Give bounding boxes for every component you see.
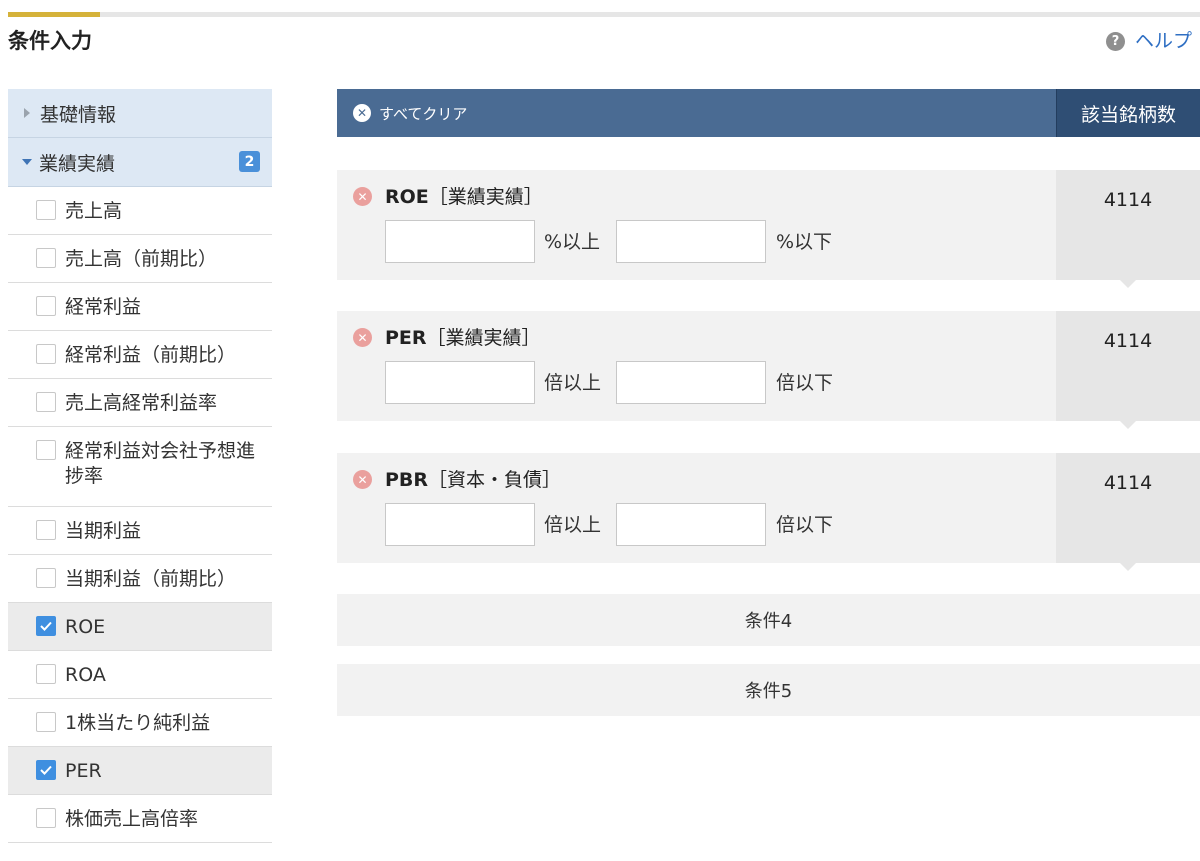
- count-pointer: [1120, 563, 1136, 571]
- condition-sidebar: 基礎情報 業績実績 2 売上高 売上高（前期比） 経常利益 経常利益（前期比） …: [8, 89, 272, 843]
- close-icon: ✕: [353, 104, 371, 122]
- sidebar-item-net-income-yoy[interactable]: 当期利益（前期比）: [8, 555, 272, 603]
- condition-metric: ROE: [385, 186, 429, 208]
- checkbox-checked[interactable]: [36, 616, 56, 636]
- category-label: 業績実績: [39, 152, 116, 175]
- help-link-group[interactable]: ? ヘルプ: [1105, 29, 1192, 53]
- count-pointer: [1120, 421, 1136, 429]
- min-value-input[interactable]: [385, 503, 535, 546]
- condition-metric: PER: [385, 327, 427, 349]
- checkbox[interactable]: [36, 664, 56, 684]
- sidebar-item-label: 経常利益（前期比）: [65, 344, 237, 366]
- max-value-input[interactable]: [616, 361, 766, 404]
- caret-down-icon: [22, 159, 32, 165]
- sidebar-item-label: 当期利益: [65, 520, 142, 542]
- sidebar-item-roa[interactable]: ROA: [8, 651, 272, 699]
- help-link[interactable]: ヘルプ: [1135, 29, 1192, 53]
- sidebar-item-sales-yoy[interactable]: 売上高（前期比）: [8, 235, 272, 283]
- sidebar-item-ordinary-margin[interactable]: 売上高経常利益率: [8, 379, 272, 427]
- empty-condition-slot-5[interactable]: 条件5: [337, 664, 1200, 716]
- sidebar-item-label: 株価売上高倍率: [65, 808, 199, 830]
- condition-category: ［業績実績］: [426, 327, 541, 349]
- checkbox-checked[interactable]: [36, 760, 56, 780]
- checkbox[interactable]: [36, 296, 56, 316]
- caret-right-icon: [24, 108, 30, 118]
- question-icon: ?: [1105, 31, 1125, 51]
- screening-page: 条件入力 ? ヘルプ 基礎情報 業績実績 2 売上高 売上高（前期比） 経常利益: [0, 0, 1200, 861]
- sidebar-item-label: 当期利益（前期比）: [65, 568, 237, 590]
- sidebar-item-label: ROE: [65, 616, 106, 638]
- checkbox[interactable]: [36, 520, 56, 540]
- condition-name: ROE［業績実績］: [385, 184, 543, 210]
- page-title: 条件入力: [8, 29, 92, 53]
- match-count: 4114: [1056, 311, 1200, 421]
- category-basic-info[interactable]: 基礎情報: [8, 89, 272, 138]
- condition-row-per: ✕ PER［業績実績］ 倍以上 倍以下 4114: [337, 311, 1200, 429]
- sidebar-item-ordinary-profit-yoy[interactable]: 経常利益（前期比）: [8, 331, 272, 379]
- max-value-input[interactable]: [616, 220, 766, 263]
- checkbox[interactable]: [36, 568, 56, 588]
- condition-metric: PBR: [385, 469, 429, 491]
- remove-condition-icon[interactable]: ✕: [353, 328, 372, 347]
- clear-all-label: すべてクリア: [379, 104, 468, 123]
- min-value-input[interactable]: [385, 220, 535, 263]
- clear-all-button[interactable]: ✕ すべてクリア: [353, 103, 467, 124]
- sidebar-item-label: 売上高: [65, 200, 123, 222]
- top-bar-accent: [8, 12, 100, 17]
- sidebar-item-label: PER: [65, 760, 102, 782]
- sidebar-item-psr[interactable]: 株価売上高倍率: [8, 795, 272, 843]
- checkbox[interactable]: [36, 344, 56, 364]
- condition-category: ［資本・負債］: [428, 469, 562, 491]
- min-unit-label: 倍以上: [544, 514, 602, 536]
- condition-name: PER［業績実績］: [385, 325, 541, 351]
- selected-count-badge: 2: [239, 151, 260, 172]
- condition-name: PBR［資本・負債］: [385, 467, 561, 493]
- sidebar-item-ordinary-profit[interactable]: 経常利益: [8, 283, 272, 331]
- max-unit-label: 倍以下: [776, 372, 834, 394]
- max-unit-label: %以下: [776, 231, 833, 253]
- sidebar-item-label: 経常利益対会社予想進捗率: [65, 440, 256, 487]
- condition-row-roe: ✕ ROE［業績実績］ %以上 %以下 4114: [337, 170, 1200, 288]
- sidebar-item-label: ROA: [65, 664, 106, 686]
- checkmark-icon: [40, 765, 52, 775]
- checkbox[interactable]: [36, 712, 56, 732]
- condition-row-pbr: ✕ PBR［資本・負債］ 倍以上 倍以下 4114: [337, 453, 1200, 571]
- sidebar-item-label: 1株当たり純利益: [65, 712, 211, 734]
- remove-condition-icon[interactable]: ✕: [353, 470, 372, 489]
- match-count: 4114: [1056, 170, 1200, 280]
- category-label: 基礎情報: [40, 103, 117, 126]
- sidebar-item-label: 売上高経常利益率: [65, 392, 218, 414]
- sidebar-item-net-income[interactable]: 当期利益: [8, 507, 272, 555]
- empty-condition-slot-4[interactable]: 条件4: [337, 594, 1200, 646]
- min-unit-label: %以上: [544, 231, 601, 253]
- top-progress-bar: [8, 12, 1200, 17]
- sidebar-item-sales[interactable]: 売上高: [8, 187, 272, 235]
- checkmark-icon: [40, 621, 52, 631]
- count-pointer: [1120, 280, 1136, 288]
- min-unit-label: 倍以上: [544, 372, 602, 394]
- condition-category: ［業績実績］: [428, 186, 543, 208]
- checkbox[interactable]: [36, 200, 56, 220]
- sidebar-item-forecast-progress[interactable]: 経常利益対会社予想進捗率: [8, 427, 272, 507]
- checkbox[interactable]: [36, 440, 56, 460]
- sidebar-item-label: 経常利益: [65, 296, 142, 318]
- category-performance[interactable]: 業績実績 2: [8, 138, 272, 187]
- sidebar-item-per[interactable]: PER: [8, 747, 272, 795]
- checkbox[interactable]: [36, 392, 56, 412]
- min-value-input[interactable]: [385, 361, 535, 404]
- max-value-input[interactable]: [616, 503, 766, 546]
- sidebar-item-eps[interactable]: 1株当たり純利益: [8, 699, 272, 747]
- max-unit-label: 倍以下: [776, 514, 834, 536]
- match-count: 4114: [1056, 453, 1200, 563]
- sidebar-item-roe[interactable]: ROE: [8, 603, 272, 651]
- match-count-header: 該当銘柄数: [1056, 89, 1200, 137]
- checkbox[interactable]: [36, 248, 56, 268]
- condition-panel: ✕ すべてクリア 該当銘柄数 ✕ ROE［業績実績］ %以上 %以下 4114 …: [337, 89, 1200, 716]
- sidebar-item-label: 売上高（前期比）: [65, 248, 218, 270]
- checkbox[interactable]: [36, 808, 56, 828]
- remove-condition-icon[interactable]: ✕: [353, 187, 372, 206]
- condition-header: ✕ すべてクリア 該当銘柄数: [337, 89, 1200, 137]
